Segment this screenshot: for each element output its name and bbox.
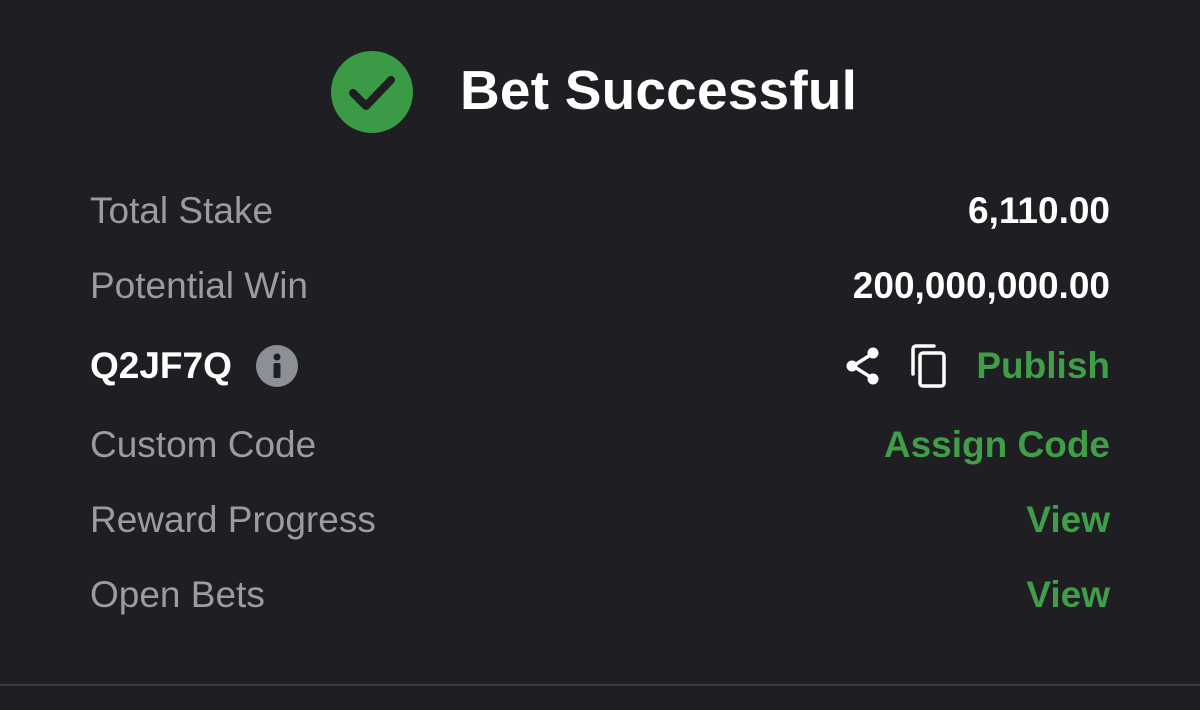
reward-progress-label: Reward Progress: [90, 499, 376, 540]
booking-code: Q2JF7Q: [90, 345, 232, 386]
custom-code-label: Custom Code: [90, 424, 317, 465]
custom-code-row: Custom Code Assign Code: [90, 420, 1110, 470]
divider: [0, 684, 1200, 686]
assign-code-button[interactable]: Assign Code: [884, 420, 1110, 470]
open-bets-label: Open Bets: [90, 574, 265, 615]
header: Bet Successful: [0, 48, 1200, 134]
reward-progress-view-button[interactable]: View: [1026, 495, 1110, 545]
total-stake-label: Total Stake: [90, 190, 274, 231]
potential-win-label: Potential Win: [90, 265, 308, 306]
page-title: Bet Successful: [460, 59, 858, 121]
info-icon[interactable]: [256, 345, 298, 387]
copy-icon[interactable]: [908, 343, 950, 389]
check-circle-icon: [331, 51, 413, 133]
potential-win-row: Potential Win 200,000,000.00: [90, 261, 1110, 311]
share-icon[interactable]: [842, 345, 884, 387]
open-bets-row: Open Bets View: [90, 570, 1110, 620]
booking-code-row: Q2JF7Q Publish: [90, 341, 1110, 391]
open-bets-view-button[interactable]: View: [1026, 570, 1110, 620]
bet-success-panel: Bet Successful Total Stake 6,110.00 Pote…: [0, 0, 1200, 710]
reward-progress-row: Reward Progress View: [90, 495, 1110, 545]
potential-win-value: 200,000,000.00: [852, 265, 1110, 306]
total-stake-row: Total Stake 6,110.00: [90, 186, 1110, 236]
total-stake-value: 6,110.00: [968, 190, 1110, 231]
publish-button[interactable]: Publish: [976, 341, 1110, 391]
